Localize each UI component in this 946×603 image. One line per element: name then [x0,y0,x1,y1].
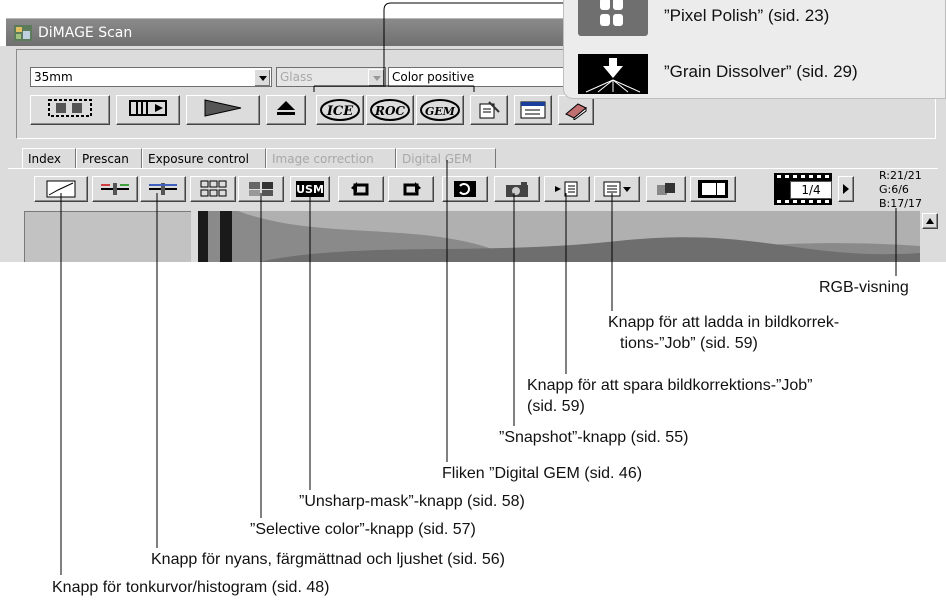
tone-curve-annotation: Knapp för tonkurvor/histogram (sid. 48) [52,579,330,596]
digital-gem-tab-annotation: Fliken ”Digital GEM (sid. 46) [442,465,643,482]
save-job-annotation-line2: (sid. 59) [527,398,585,415]
snapshot-annotation: ”Snapshot”-knapp (sid. 55) [499,429,689,446]
rgb-display-annotation: RGB-visning [819,279,909,296]
leader-lines [60,2,897,575]
load-job-annotation-line1: Knapp för att ladda in bildkorrek- [608,314,840,331]
load-job-annotation-line2: tions-”Job” (sid. 59) [620,335,758,352]
selective-color-annotation: ”Selective color”-knapp (sid. 57) [250,521,476,538]
unsharp-mask-annotation: ”Unsharp-mask”-knapp (sid. 58) [299,493,525,510]
save-job-annotation-line1: Knapp för att spara bildkorrektions-”Job… [527,377,813,394]
hue-saturation-annotation: Knapp för nyans, färgmättnad och ljushet… [151,551,505,568]
